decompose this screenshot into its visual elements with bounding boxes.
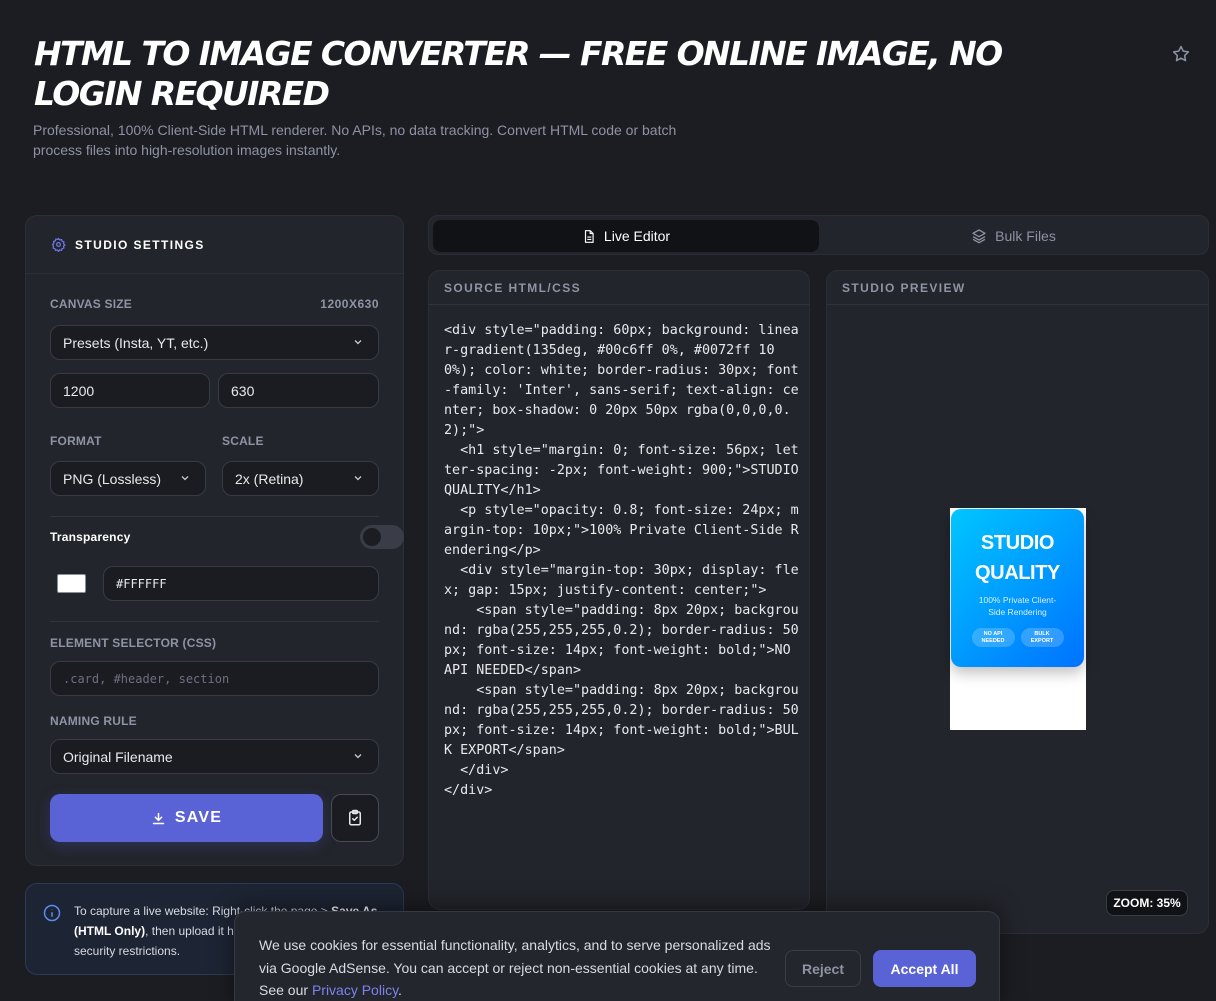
tab-live-editor-label: Live Editor: [603, 228, 671, 244]
width-value: 1200: [63, 382, 95, 399]
chevron-down-icon: [181, 476, 189, 481]
scale-select[interactable]: 2x (Retina): [222, 461, 379, 496]
color-swatch[interactable]: [57, 574, 86, 593]
layers-icon: [972, 229, 986, 244]
tab-bulk-files[interactable]: Bulk Files: [821, 220, 1206, 252]
chevron-down-icon: [354, 340, 362, 345]
source-panel: SOURCE HTML/CSS <div style="padding: 60p…: [428, 270, 810, 910]
naming-select-value: Original Filename: [63, 748, 173, 765]
preview-panel: STUDIO PREVIEW STUDIO QUALITY 100% Priva…: [826, 270, 1209, 934]
save-button[interactable]: SAVE: [50, 794, 323, 842]
divider: [50, 621, 379, 622]
cookie-text-end: .: [398, 982, 402, 998]
studio-settings-panel: STUDIO SETTINGS CANVAS SIZE 1200X630 Pre…: [25, 215, 404, 866]
format-select[interactable]: PNG (Lossless): [50, 461, 206, 496]
naming-label: NAMING RULE: [50, 714, 137, 728]
privacy-policy-link[interactable]: Privacy Policy: [312, 982, 398, 998]
format-select-value: PNG (Lossless): [63, 470, 162, 487]
transparency-toggle[interactable]: [360, 525, 404, 549]
preview-card-subtitle: 100% Private Client-Side Rendering: [978, 595, 1057, 617]
cookie-banner: We use cookies for essential functionali…: [234, 911, 1000, 1001]
height-value: 630: [231, 382, 255, 399]
bg-color-value: #FFFFFF: [116, 576, 167, 591]
width-input[interactable]: 1200: [50, 373, 210, 408]
settings-heading: STUDIO SETTINGS: [75, 237, 205, 252]
preview-badge: BULK EXPORT: [1020, 628, 1064, 647]
canvas-size-label: CANVAS SIZE: [50, 297, 132, 311]
chevron-down-icon: [354, 754, 362, 759]
star-icon: [1172, 45, 1190, 62]
preview-heading: STUDIO PREVIEW: [827, 271, 1208, 305]
tab-live-editor[interactable]: Live Editor: [433, 220, 819, 252]
scale-label: SCALE: [222, 434, 264, 448]
preview-card: STUDIO QUALITY 100% Private Client-Side …: [951, 509, 1084, 667]
preview-canvas: STUDIO QUALITY 100% Private Client-Side …: [950, 508, 1086, 730]
scale-select-value: 2x (Retina): [235, 470, 304, 487]
tab-bulk-files-label: Bulk Files: [995, 228, 1056, 244]
source-code-editor[interactable]: <div style="padding: 60px; background: l…: [444, 321, 799, 801]
document-icon: [584, 229, 594, 243]
naming-select[interactable]: Original Filename: [50, 739, 379, 774]
info-icon: [43, 904, 61, 922]
clipboard-check-icon: [349, 809, 361, 826]
preset-select[interactable]: Presets (Insta, YT, etc.): [50, 325, 379, 360]
preview-badge: NO API NEEDED: [971, 628, 1015, 647]
bg-color-input[interactable]: #FFFFFF: [103, 566, 379, 601]
page-subtitle: Professional, 100% Client-Side HTML rend…: [33, 122, 677, 158]
download-icon: [152, 812, 165, 824]
accept-cookies-button[interactable]: Accept All: [873, 950, 976, 987]
editor-tabs: Live Editor Bulk Files: [428, 215, 1209, 255]
divider: [50, 516, 379, 517]
format-label: FORMAT: [50, 434, 102, 448]
transparency-label: Transparency: [50, 530, 131, 544]
selector-label: ELEMENT SELECTOR (CSS): [50, 636, 217, 650]
cookie-message: We use cookies for essential functionali…: [259, 934, 779, 1001]
settings-header: STUDIO SETTINGS: [26, 216, 403, 274]
chevron-down-icon: [354, 476, 362, 481]
preview-badges: NO API NEEDED BULK EXPORT: [951, 628, 1084, 647]
toggle-knob: [363, 528, 381, 546]
canvas-size-value: 1200X630: [320, 297, 379, 311]
gear-icon: [51, 237, 66, 252]
preset-select-value: Presets (Insta, YT, etc.): [63, 334, 209, 351]
height-input[interactable]: 630: [218, 373, 379, 408]
source-heading: SOURCE HTML/CSS: [429, 271, 809, 305]
reject-cookies-button[interactable]: Reject: [785, 950, 861, 987]
favorite-button[interactable]: [1168, 41, 1194, 67]
app-page: HTML TO IMAGE CONVERTER — FREE ONLINE IM…: [0, 0, 1216, 1001]
zoom-indicator[interactable]: ZOOM: 35%: [1106, 890, 1188, 916]
copy-clipboard-button[interactable]: [331, 794, 379, 842]
preview-card-title: STUDIO QUALITY: [975, 532, 1060, 584]
selector-input[interactable]: .card, #header, section: [50, 661, 379, 696]
save-label: SAVE: [174, 809, 223, 826]
selector-placeholder: .card, #header, section: [63, 671, 230, 686]
page-title: HTML TO IMAGE CONVERTER — FREE ONLINE IM…: [34, 34, 1003, 113]
